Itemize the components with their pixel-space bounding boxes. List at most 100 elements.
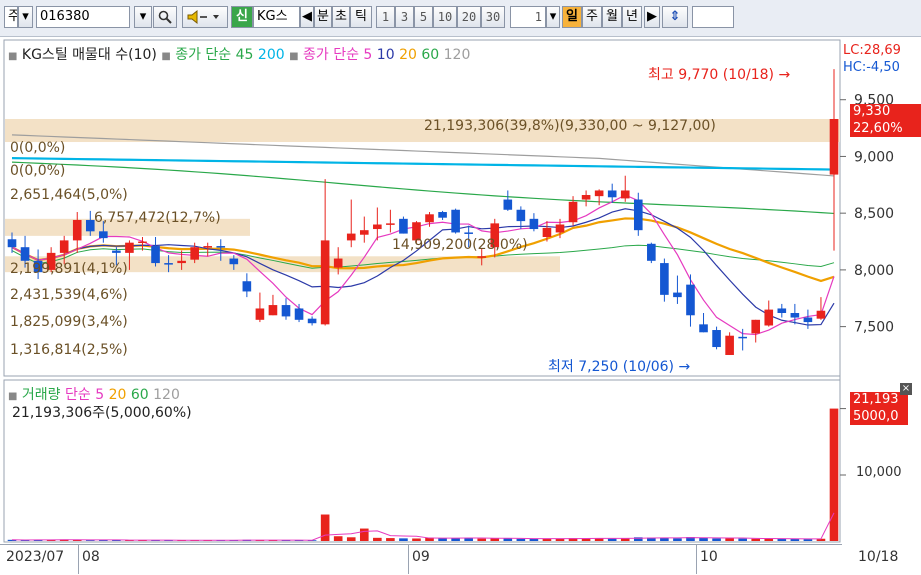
legend-volume[interactable]: 거래량	[22, 387, 61, 403]
volume-bar	[359, 528, 369, 541]
price-panel-frame	[3, 39, 841, 377]
candle-body	[803, 317, 813, 323]
volume-bar	[516, 538, 526, 541]
volume-bar	[412, 538, 421, 541]
volume-ma-badge: 5000,0	[850, 409, 908, 425]
volume-bar	[386, 538, 395, 541]
candle-body	[607, 190, 617, 198]
price-tick-label: 9,000	[854, 149, 894, 165]
candle-body	[438, 212, 447, 218]
candle-body	[373, 224, 382, 230]
profile-label: 0(0,0%)	[10, 163, 66, 179]
volume-bar	[320, 514, 330, 541]
profile-label: 0(0,0%)	[10, 140, 66, 156]
candle-body	[829, 118, 839, 175]
volume-bar	[699, 537, 708, 541]
legend-ma45[interactable]: 종가 단순 45	[175, 47, 253, 63]
candle-body	[620, 190, 630, 199]
candle-body	[255, 308, 265, 320]
candle-body	[229, 258, 239, 265]
candle-body	[790, 313, 800, 318]
candle-body	[647, 243, 656, 261]
candle-body	[464, 232, 473, 234]
candle-body	[125, 242, 134, 253]
volume-bar	[725, 538, 734, 541]
profile-label: 1,825,099(3,4%)	[10, 314, 128, 330]
volume-bar	[673, 538, 682, 541]
x-label: 08	[82, 549, 100, 565]
pct-badge: 22,60%	[850, 121, 921, 137]
low-note: 최저 7,250 (10/06) →	[548, 359, 691, 375]
candle-body	[7, 239, 17, 248]
candle-body	[216, 246, 226, 248]
volume-bar	[790, 539, 800, 541]
candle-body	[594, 190, 604, 197]
lc-label: LC:28,69	[843, 43, 901, 58]
candle-body	[660, 263, 669, 295]
candle-body	[542, 227, 552, 237]
legend-ma5[interactable]: 종가 단순 5	[303, 47, 372, 63]
candle-body	[333, 258, 343, 268]
candle-body	[503, 199, 513, 210]
legend-vol-ma60[interactable]: 60	[131, 387, 149, 403]
candle-body	[386, 223, 395, 225]
profile-label: 14,909,200(28,0%)	[392, 237, 528, 253]
legend-ma10[interactable]: 10	[377, 47, 395, 63]
last-date: 10/18	[858, 549, 899, 565]
volume-bar	[803, 539, 813, 541]
candle-body	[177, 260, 186, 264]
profile-label: 21,193,306(39,8%)(9,330,00 ~ 9,127,00)	[424, 118, 716, 134]
legend-vol-ma20[interactable]: 20	[109, 387, 127, 403]
legend-vol-ma5[interactable]: 단순 5	[65, 387, 104, 403]
price-tick-label: 7,500	[854, 320, 894, 336]
candle-body	[20, 247, 30, 261]
volume-bar	[490, 538, 500, 541]
candle-body	[529, 218, 539, 230]
candle-body	[242, 281, 252, 292]
x-label: 09	[412, 549, 430, 565]
legend-ma200[interactable]: 200	[258, 47, 285, 63]
volume-summary: 21,193,306주(5,000,60%)	[12, 405, 192, 421]
volume-bar	[607, 538, 617, 541]
profile-label: 1,316,814(2,5%)	[10, 342, 128, 358]
volume-bar	[829, 408, 839, 541]
volume-bar	[399, 538, 408, 541]
profile-label: 6,757,472(12,7%)	[94, 210, 221, 226]
legend-ma60[interactable]: 60	[421, 47, 439, 63]
candle-body	[320, 240, 330, 325]
volume-bar	[346, 537, 356, 541]
candle-body	[712, 330, 721, 348]
legend-square-icon: ■	[8, 51, 18, 62]
volume-bar	[373, 537, 382, 541]
candle-body	[477, 256, 487, 258]
candle-body	[268, 305, 278, 316]
candle-body	[725, 335, 734, 355]
candle-body	[673, 292, 682, 298]
candle-body	[359, 230, 369, 235]
legend-vol-ma120[interactable]: 120	[153, 387, 180, 403]
candle-body	[346, 233, 356, 241]
profile-label: 2,199,891(4,1%)	[10, 261, 128, 277]
hc-label: HC:-4,50	[843, 60, 900, 75]
right-arrow-icon: →	[778, 67, 791, 83]
legend-ma20[interactable]: 20	[399, 47, 417, 63]
candle-body	[164, 263, 173, 265]
x-axis: 2023/07 08 09 10 10/18	[0, 544, 921, 575]
legend-volume-profile[interactable]: KG스틸 매물대 수(10)	[22, 47, 157, 63]
right-arrow-icon: →	[678, 359, 691, 375]
candle-body	[633, 199, 643, 231]
volume-bar	[529, 538, 539, 541]
candle-body	[764, 309, 774, 326]
candle-body	[294, 308, 304, 320]
x-label: 10	[700, 549, 718, 565]
candle-body	[307, 318, 317, 324]
candle-body	[59, 240, 69, 253]
volume-legend: ■ 거래량 단순 5 20 60 120	[8, 384, 180, 404]
price-legend: ■ KG스틸 매물대 수(10) ■ 종가 단순 45 200 ■ 종가 단순 …	[8, 44, 470, 64]
close-icon[interactable]: ×	[900, 383, 912, 395]
legend-square-icon: ■	[161, 51, 171, 62]
candle-body	[777, 308, 787, 314]
candle-body	[72, 219, 82, 241]
legend-ma120[interactable]: 120	[444, 47, 471, 63]
candle-body	[751, 319, 761, 334]
